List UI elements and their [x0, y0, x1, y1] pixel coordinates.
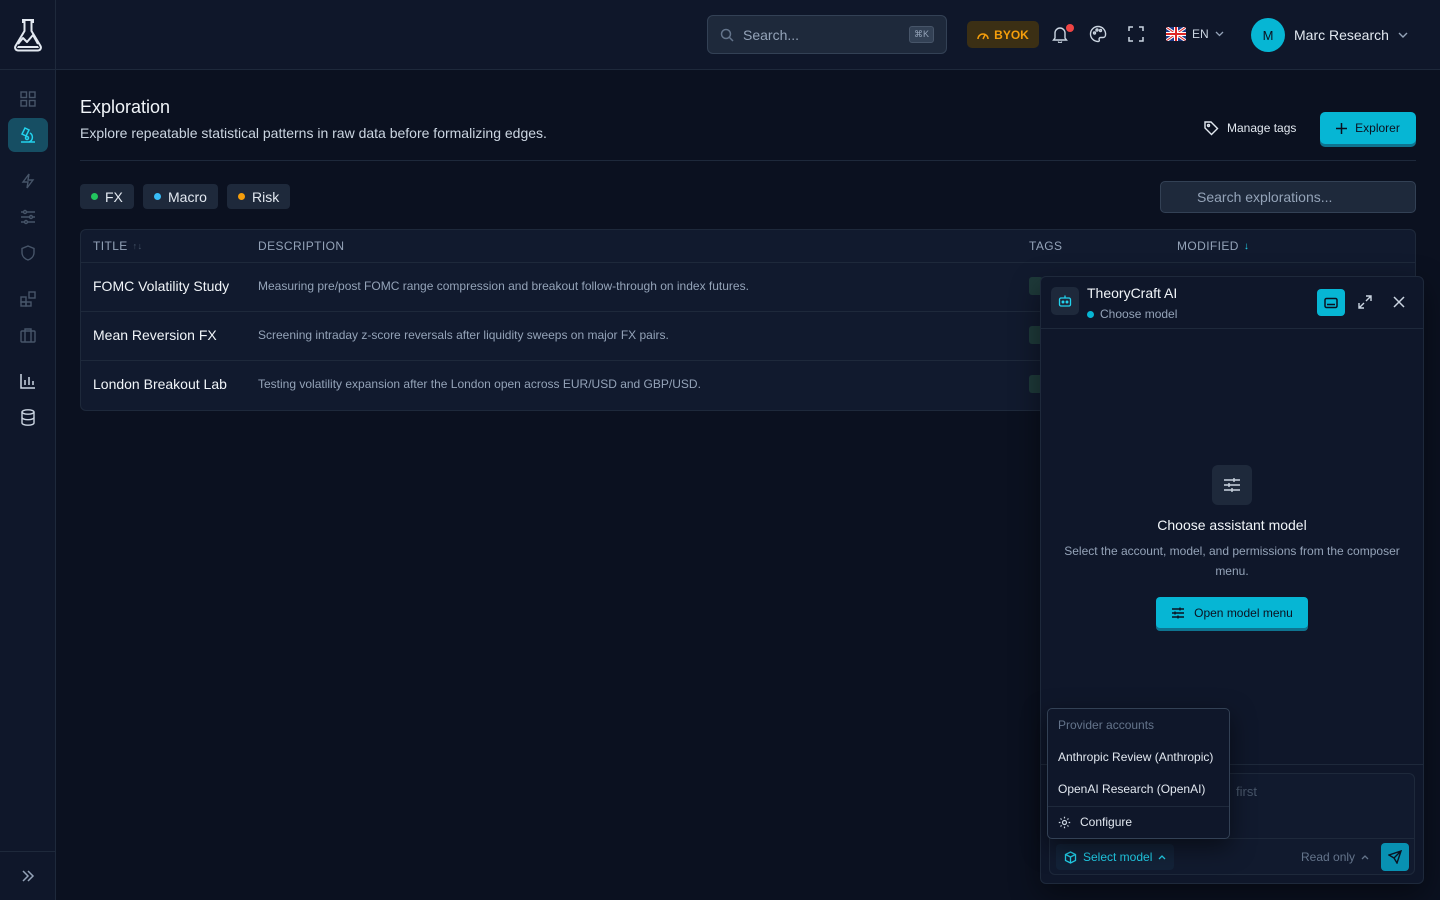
notification-badge — [1066, 24, 1074, 32]
bar-chart-icon[interactable] — [8, 364, 48, 398]
new-explorer-button[interactable]: Explorer — [1320, 112, 1416, 144]
chip-color-dot — [91, 193, 98, 200]
ai-model-status: Choose model — [1087, 307, 1177, 321]
uk-flag-icon — [1166, 27, 1186, 41]
chip-label: Risk — [252, 188, 280, 205]
top-header: Search... ⌘K BYOK EN M Marc Research — [56, 0, 1440, 70]
chevron-down-icon — [1398, 32, 1408, 38]
chip-label: FX — [105, 188, 123, 205]
row-title: London Breakout Lab — [93, 376, 227, 392]
chevron-up-icon — [1361, 854, 1369, 860]
manage-tags-button[interactable]: Manage tags — [1203, 117, 1296, 139]
chip-color-dot — [154, 193, 161, 200]
filter-chip-macro[interactable]: Macro — [143, 184, 218, 209]
database-icon[interactable] — [8, 400, 48, 434]
empty-state-title: Choose assistant model — [1157, 517, 1307, 533]
column-header-description[interactable]: DESCRIPTION — [258, 239, 344, 253]
table-header: TITLE ↑↓ DESCRIPTION TAGS MODIFIED ↓ — [81, 230, 1415, 263]
global-search-input[interactable]: Search... ⌘K — [707, 15, 947, 54]
flask-logo-icon[interactable] — [12, 18, 44, 52]
chevron-down-icon — [1215, 31, 1224, 37]
sliders-icon[interactable] — [8, 200, 48, 234]
chip-label: Macro — [168, 188, 207, 205]
search-icon — [720, 28, 734, 42]
column-header-tags[interactable]: TAGS — [1029, 239, 1062, 253]
sort-icon: ↑↓ — [132, 241, 143, 251]
language-label: EN — [1192, 27, 1209, 41]
new-explorer-label: Explorer — [1355, 121, 1400, 135]
chip-color-dot — [238, 193, 245, 200]
ai-panel-title: TheoryCraft AI — [1087, 285, 1178, 301]
row-description: Screening intraday z-score reversals aft… — [258, 328, 669, 342]
row-description: Testing volatility expansion after the L… — [258, 377, 701, 391]
cube-icon — [1064, 850, 1077, 864]
language-selector[interactable]: EN — [1166, 24, 1224, 44]
row-title: Mean Reversion FX — [93, 327, 217, 343]
manage-tags-label: Manage tags — [1227, 121, 1297, 135]
gear-icon — [1058, 816, 1071, 829]
sort-desc-icon: ↓ — [1243, 240, 1250, 252]
send-button[interactable] — [1381, 843, 1409, 871]
provider-accounts-dropdown: Provider accounts Anthropic Review (Anth… — [1047, 708, 1230, 839]
byok-label: BYOK — [994, 27, 1029, 42]
bot-icon — [1051, 287, 1079, 315]
row-description: Measuring pre/post FOMC range compressio… — [258, 279, 749, 293]
provider-account-openai[interactable]: OpenAI Research (OpenAI) — [1058, 782, 1205, 796]
message-input[interactable]: first — [1236, 784, 1257, 799]
dropdown-divider — [1048, 806, 1229, 807]
expand-sidebar-icon[interactable] — [18, 866, 38, 886]
gauge-icon — [977, 30, 989, 40]
empty-state-description: Select the account, model, and permissio… — [1064, 544, 1400, 578]
sidebar — [0, 0, 56, 900]
select-model-button[interactable]: Select model — [1056, 844, 1175, 870]
filter-chip-risk[interactable]: Risk — [227, 184, 291, 209]
status-dot — [1087, 310, 1094, 318]
microscope-icon[interactable] — [8, 118, 48, 152]
shield-icon[interactable] — [8, 236, 48, 270]
fullscreen-icon[interactable] — [1126, 24, 1146, 44]
avatar: M — [1251, 18, 1285, 52]
provider-account-anthropic[interactable]: Anthropic Review (Anthropic) — [1058, 750, 1213, 764]
briefcase-icon[interactable] — [8, 318, 48, 352]
blocks-icon[interactable] — [8, 282, 48, 316]
row-title: FOMC Volatility Study — [93, 278, 230, 294]
byok-button[interactable]: BYOK — [967, 21, 1039, 48]
expand-icon[interactable] — [1356, 293, 1374, 311]
tag-icon — [1203, 120, 1219, 136]
lightning-icon[interactable] — [8, 164, 48, 198]
column-header-modified[interactable]: MODIFIED ↓ — [1177, 239, 1249, 253]
close-icon[interactable] — [1390, 293, 1408, 311]
search-placeholder: Search... — [743, 26, 800, 43]
dropdown-header: Provider accounts — [1058, 718, 1155, 732]
sliders-icon — [1171, 607, 1185, 619]
configure-menu-item[interactable]: Configure — [1058, 815, 1132, 829]
palette-icon[interactable] — [1088, 24, 1108, 44]
settings-sliders-icon — [1212, 465, 1252, 505]
user-name: Marc Research — [1294, 27, 1389, 43]
ai-panel-header: TheoryCraft AI Choose model — [1041, 277, 1423, 329]
page-subtitle: Explore repeatable statistical patterns … — [80, 125, 547, 141]
open-model-menu-button[interactable]: Open model menu — [1156, 597, 1308, 628]
permission-selector[interactable]: Read only — [1301, 850, 1369, 864]
page-title: Exploration — [80, 97, 171, 117]
plus-icon — [1336, 122, 1348, 134]
filter-chip-fx[interactable]: FX — [80, 184, 134, 209]
search-explorations-input[interactable]: Search explorations... — [1160, 181, 1416, 213]
user-menu[interactable]: M Marc Research — [1251, 18, 1408, 52]
column-header-title[interactable]: TITLE ↑↓ — [93, 239, 142, 253]
sidebar-divider — [0, 69, 56, 70]
sidebar-bottom-divider — [0, 851, 56, 852]
docked-mode-button[interactable] — [1317, 289, 1345, 316]
content-divider — [80, 160, 1416, 161]
dashboard-icon[interactable] — [8, 82, 48, 116]
chevron-up-icon — [1158, 854, 1166, 860]
search-shortcut-badge: ⌘K — [908, 26, 934, 43]
